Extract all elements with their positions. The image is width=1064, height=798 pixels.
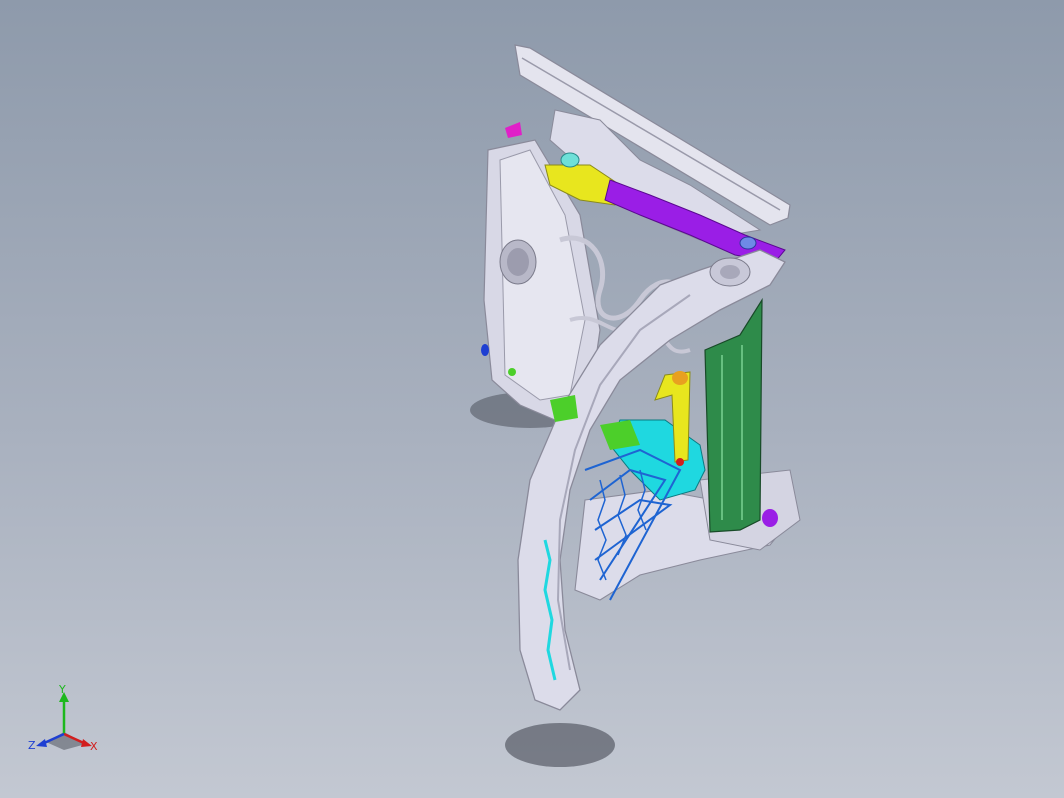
lime-dot bbox=[508, 368, 516, 376]
z-axis-arrow bbox=[36, 739, 47, 747]
rear-panel-hole-inner bbox=[507, 248, 529, 276]
z-axis-label: Z bbox=[28, 739, 36, 752]
blue-knob bbox=[739, 236, 757, 250]
orange-pivot bbox=[672, 371, 688, 385]
y-axis-label: Y bbox=[59, 683, 66, 696]
green-vertical-rail bbox=[704, 297, 763, 533]
seat-frame-model[interactable] bbox=[0, 0, 1064, 798]
recliner-disc-inner bbox=[720, 265, 740, 279]
cad-viewport[interactable]: Y Z X bbox=[0, 0, 1064, 798]
purple-end-cap bbox=[762, 509, 778, 527]
red-fastener bbox=[676, 458, 684, 466]
axis-triad: Y Z X bbox=[28, 684, 108, 756]
cyan-knob bbox=[560, 152, 580, 168]
x-axis-label: X bbox=[90, 740, 98, 753]
model-shadow bbox=[505, 723, 615, 767]
magenta-clip bbox=[505, 122, 522, 138]
blue-clip bbox=[481, 344, 489, 356]
